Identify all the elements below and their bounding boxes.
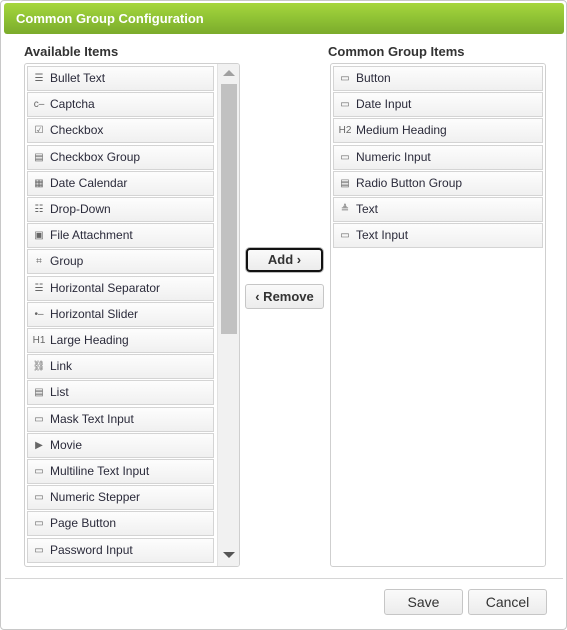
list-item[interactable]: ☰ Bullet Text (27, 66, 214, 91)
scrollbar[interactable] (217, 64, 239, 566)
list-item-label: Mask Text Input (50, 411, 134, 426)
list-item-label: Large Heading (50, 333, 129, 347)
list-item-label: Multiline Text Input (50, 464, 150, 478)
common-group-items-label: Common Group Items (328, 44, 465, 59)
list-item-label: Horizontal Separator (50, 280, 161, 295)
common-group-items-list[interactable]: ▭ Button ▭ Date Input H2 Medium Heading ▭ Numer… (330, 63, 546, 567)
remove-button[interactable]: ‹ Remove (245, 284, 324, 309)
list-item[interactable]: ▤ Checkbox Group (27, 144, 214, 170)
date-input-icon: ▭ (340, 99, 350, 111)
group-icon: ⌗ (36, 256, 42, 268)
list-item-label: Medium Heading (356, 123, 447, 138)
footer-divider (5, 578, 563, 579)
list-item[interactable]: ▭ Text Input (333, 223, 543, 249)
list-item[interactable]: ▭ Page Button (27, 511, 214, 537)
link-icon: ⛓ (32, 361, 46, 373)
numeric-input-icon: ▭ (340, 151, 350, 163)
heading-h1-icon: H1 (32, 335, 46, 346)
movie-icon: ▶ (35, 439, 43, 451)
mask-input-icon: ▭ (34, 413, 44, 425)
list-item-label: Movie (50, 437, 83, 452)
list-item[interactable]: ▭ Password Input (27, 537, 214, 563)
list-item[interactable]: ▭ Mask Text Input (27, 406, 214, 432)
list-item-label: File Attachment (50, 228, 133, 243)
list-item-label: Page Button (50, 516, 117, 531)
list-item-label: Password Input (50, 542, 133, 557)
list-item-label: Numeric Stepper (50, 490, 141, 505)
scroll-up-arrow-icon[interactable] (223, 70, 235, 76)
multiline-input-icon: ▭ (34, 466, 44, 477)
list-item[interactable]: ▭ Date Input (333, 92, 543, 118)
list-item[interactable]: ≜ Text (333, 197, 543, 222)
dropdown-icon: ☷ (34, 204, 44, 215)
add-button[interactable]: Add › (246, 248, 323, 272)
list-item-label: Link (50, 359, 73, 374)
cancel-button[interactable]: Cancel (468, 589, 547, 615)
list-item-label: Bullet Text (50, 71, 106, 85)
dialog-title: Common Group Configuration (4, 3, 564, 34)
list-item[interactable]: ⛓ Link (27, 354, 214, 380)
list-item-label: Group (50, 254, 84, 269)
list-item[interactable]: ▭ Numeric Stepper (27, 485, 214, 511)
available-items-list[interactable]: ☰ Bullet Text c– Captcha ☑ Checkbox ▤ Checkbox … (24, 63, 240, 567)
list-item[interactable]: ▭ Multiline Text Input (27, 459, 214, 484)
list-item[interactable]: H2 Medium Heading (333, 118, 543, 144)
list-icon: ▤ (34, 387, 44, 399)
radio-group-icon: ▤ (340, 177, 350, 189)
slider-icon: •– (34, 308, 44, 320)
separator-icon: ☱ (34, 282, 44, 294)
list-item-label: Button (356, 71, 391, 85)
list-item[interactable]: •– Horizontal Slider (27, 301, 214, 327)
list-item[interactable]: H1 Large Heading (27, 328, 214, 353)
save-button[interactable]: Save (384, 589, 463, 615)
list-item[interactable]: c– Captcha (27, 92, 214, 118)
list-item[interactable]: ☱ Horizontal Separator (27, 275, 214, 301)
list-item-label: Drop-Down (50, 202, 111, 216)
list-item[interactable]: ▭ Button (333, 66, 543, 91)
list-item[interactable]: ▤ List (27, 380, 214, 406)
button-icon: ▭ (340, 73, 350, 84)
available-items-label: Available Items (24, 44, 119, 59)
stepper-icon: ▭ (34, 492, 44, 504)
list-item[interactable]: ▦ Date Calendar (27, 170, 214, 196)
list-item[interactable]: ⌗ Group (27, 249, 214, 275)
scroll-thumb[interactable] (221, 84, 237, 334)
captcha-icon: c– (33, 99, 45, 111)
bullet-list-icon: ☰ (34, 73, 44, 84)
checkbox-group-icon: ▤ (34, 151, 44, 163)
list-item[interactable]: ☷ Drop-Down (27, 197, 214, 222)
list-item-label: Text (356, 202, 379, 216)
page-button-icon: ▭ (34, 518, 44, 530)
heading-h2-icon: H2 (338, 125, 352, 137)
list-item-label: Date Input (356, 97, 412, 112)
list-item[interactable]: ▶ Movie (27, 432, 214, 458)
list-item-label: Captcha (50, 97, 95, 112)
list-item-label: Radio Button Group (356, 175, 463, 190)
list-item-label: Date Calendar (50, 175, 128, 190)
list-item[interactable]: ▣ File Attachment (27, 223, 214, 249)
password-input-icon: ▭ (34, 544, 44, 556)
list-item-label: Checkbox Group (50, 149, 141, 164)
list-item[interactable]: ▤ Radio Button Group (333, 170, 543, 196)
text-input-icon: ▭ (340, 230, 350, 242)
image-icon: ▣ (34, 230, 44, 242)
list-item-label: Text Input (356, 228, 409, 243)
list-item-label: Numeric Input (356, 149, 431, 164)
list-item-label: Horizontal Slider (50, 306, 139, 321)
calendar-icon: ▦ (34, 177, 44, 189)
text-icon: ≜ (340, 204, 350, 215)
list-item[interactable]: ▭ Numeric Input (333, 144, 543, 170)
list-item-label: Checkbox (50, 123, 104, 138)
list-item[interactable]: ☑ Checkbox (27, 118, 214, 144)
scroll-down-arrow-icon[interactable] (223, 552, 235, 558)
list-item-label: List (50, 385, 69, 400)
common-group-dialog: Common Group Configuration Available Ite… (0, 0, 567, 630)
checkbox-icon: ☑ (34, 125, 44, 137)
